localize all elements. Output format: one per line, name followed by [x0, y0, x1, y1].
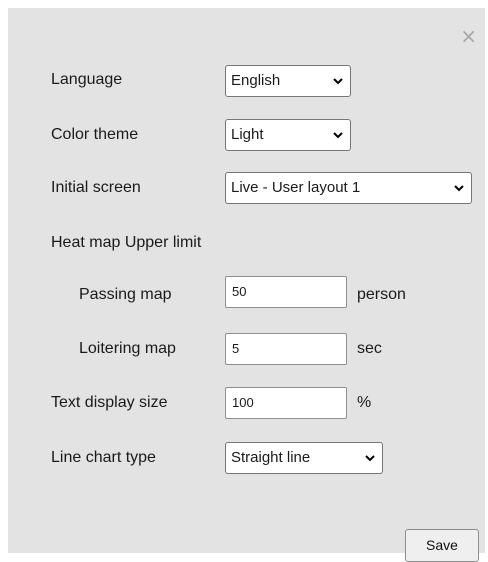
text-display-size-input[interactable]: 100: [225, 387, 347, 419]
color-theme-label: Color theme: [51, 126, 139, 143]
initial-screen-select[interactable]: Live - User layout 1: [225, 172, 472, 204]
line-chart-type-label: Line chart type: [51, 449, 156, 466]
chevron-down-icon: [333, 78, 343, 85]
text-display-size-unit: %: [357, 394, 372, 411]
initial-screen-value: Live - User layout 1: [231, 179, 361, 196]
color-theme-select[interactable]: Light: [225, 119, 351, 151]
settings-dialog: × Language English Color theme Light Ini…: [8, 8, 485, 562]
heat-map-heading: Heat map Upper limit: [51, 234, 202, 251]
chevron-down-icon: [333, 132, 343, 139]
loitering-map-label: Loitering map: [79, 340, 176, 357]
chevron-down-icon: [454, 185, 464, 192]
loitering-map-input[interactable]: 5: [225, 333, 347, 365]
passing-map-unit: person: [357, 286, 406, 303]
language-select[interactable]: English: [225, 65, 351, 97]
passing-map-input[interactable]: 50: [225, 276, 347, 308]
initial-screen-label: Initial screen: [51, 179, 141, 196]
save-button[interactable]: Save: [405, 529, 479, 562]
loitering-map-unit: sec: [357, 340, 382, 357]
language-value: English: [231, 72, 281, 89]
color-theme-value: Light: [231, 126, 264, 143]
chevron-down-icon: [365, 455, 375, 462]
close-icon[interactable]: ×: [460, 26, 477, 46]
passing-map-label: Passing map: [79, 286, 172, 303]
line-chart-type-value: Straight line: [231, 449, 311, 466]
line-chart-type-select[interactable]: Straight line: [225, 442, 383, 474]
text-display-size-label: Text display size: [51, 394, 168, 411]
language-label: Language: [51, 71, 123, 88]
